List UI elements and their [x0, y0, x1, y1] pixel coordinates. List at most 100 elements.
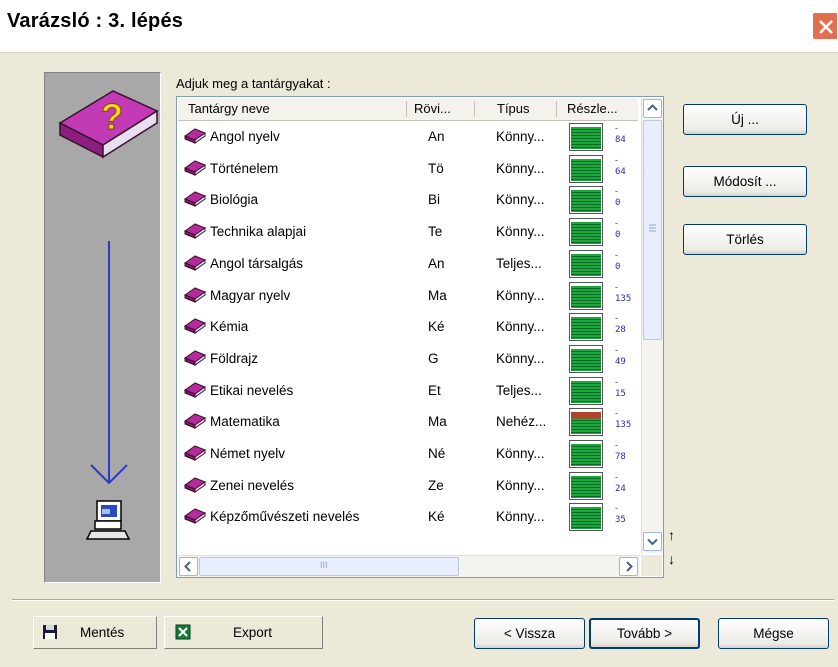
subject-abbr: An	[428, 255, 445, 271]
list-item[interactable]: Angol társalgás An Teljes... -0	[178, 248, 638, 280]
scroll-thumb[interactable]	[643, 120, 662, 340]
computer-icon	[85, 500, 131, 540]
detail-bar-fill	[571, 507, 601, 530]
save-button[interactable]: Mentés	[33, 616, 157, 649]
column-header-name[interactable]: Tantárgy neve	[188, 101, 270, 116]
subject-abbr: Ma	[428, 287, 447, 303]
subject-type: Könny...	[496, 192, 545, 208]
detail-count: 49	[615, 356, 626, 367]
column-header-type[interactable]: Típus	[497, 101, 530, 116]
detail-count: 0	[615, 198, 621, 209]
subjects-list[interactable]: Tantárgy neve Rövi... Típus Részle... An…	[176, 96, 664, 578]
export-button[interactable]: Export	[164, 616, 323, 649]
svg-text:?: ?	[101, 96, 123, 137]
subject-name: Zenei nevelés	[210, 477, 295, 493]
detail-count: 0	[615, 230, 621, 241]
detail-bar-fill	[571, 253, 601, 276]
book-icon	[184, 413, 206, 430]
horizontal-grip: III	[320, 560, 328, 570]
chevron-up-icon	[647, 104, 658, 111]
move-down-arrow[interactable]: ↓	[668, 551, 675, 567]
subject-type: Könny...	[496, 129, 545, 144]
detail-bar	[569, 503, 603, 532]
subject-type: Könny...	[496, 477, 545, 493]
list-item[interactable]: Kémia Ké Könny... -28	[178, 311, 638, 343]
question-book-icon: ?	[58, 90, 159, 159]
scroll-right-button[interactable]	[619, 557, 638, 576]
list-item[interactable]: Magyar nyelv Ma Könny... -135	[178, 280, 638, 312]
detail-count: 0	[615, 261, 621, 272]
detail-bar	[569, 281, 603, 310]
subject-abbr: An	[428, 129, 445, 144]
book-icon	[184, 128, 206, 144]
delete-button[interactable]: Törlés	[683, 224, 807, 255]
subject-abbr: Ma	[428, 414, 447, 430]
subject-type: Nehéz...	[496, 414, 547, 430]
back-button[interactable]: < Vissza	[474, 618, 585, 649]
save-button-label: Mentés	[80, 625, 125, 640]
book-icon	[184, 191, 206, 208]
list-item[interactable]: Német nyelv Né Könny... - 78	[178, 438, 638, 470]
book-icon	[184, 477, 206, 493]
modify-button[interactable]: Módosít ...	[683, 166, 807, 197]
detail-bar	[569, 376, 603, 405]
horizontal-scroll-thumb[interactable]: III	[199, 557, 459, 576]
scroll-down-button[interactable]	[643, 532, 662, 551]
scroll-up-button[interactable]	[643, 99, 662, 118]
subject-type: Könny...	[496, 509, 545, 525]
detail-dash: -	[615, 186, 618, 197]
horizontal-scrollbar[interactable]: III	[178, 555, 640, 577]
column-header-abbr[interactable]: Rövi...	[414, 101, 451, 116]
next-button[interactable]: Tovább >	[589, 618, 700, 649]
book-icon	[184, 318, 206, 335]
chevron-down-icon	[647, 538, 658, 546]
footer-separator	[12, 599, 834, 601]
list-item[interactable]: Technika alapjai Te Könny... -0	[178, 216, 638, 248]
close-button[interactable]	[812, 12, 838, 40]
detail-count: 78	[615, 452, 626, 462]
new-button[interactable]: Új ...	[683, 104, 807, 135]
list-item[interactable]: Matematika Ma Nehéz... -135	[178, 406, 638, 438]
subject-name: Történelem	[210, 160, 279, 176]
book-icon	[184, 286, 206, 303]
scroll-left-button[interactable]	[179, 557, 198, 576]
cancel-button[interactable]: Mégse	[718, 618, 829, 649]
list-item[interactable]: Zenei nevelés Ze Könny... -24	[178, 470, 638, 502]
vertical-scrollbar[interactable]	[641, 98, 663, 553]
list-item[interactable]: Etikai nevelés Et Teljes... -15	[178, 375, 638, 407]
list-item[interactable]: Képzőművészeti nevelés Ké Könny... -35	[178, 501, 638, 533]
subject-name: Földrajz	[210, 350, 259, 366]
detail-dash: -	[615, 503, 618, 514]
subject-name: Biológia	[210, 192, 259, 208]
book-icon	[184, 382, 206, 398]
window-title: Varázsló : 3. lépés	[7, 10, 184, 32]
detail-bar-fill	[571, 475, 601, 498]
detail-bar-fill	[571, 348, 601, 371]
detail-bar	[569, 440, 603, 468]
list-item[interactable]: Angol nyelv An Könny... - 84	[178, 121, 638, 153]
detail-count: 64	[615, 166, 626, 177]
subject-abbr: Né	[428, 446, 446, 461]
subject-name: Technika alapjai	[210, 224, 307, 240]
detail-bar	[569, 154, 603, 183]
column-header-details[interactable]: Részle...	[567, 101, 618, 116]
subject-type: Könny...	[496, 446, 545, 461]
detail-bar	[569, 186, 603, 215]
subject-abbr: Et	[428, 382, 441, 398]
floppy-disk-icon	[43, 625, 57, 639]
subject-type: Könny...	[496, 224, 545, 240]
list-item[interactable]: Történelem Tö Könny... -64	[178, 153, 638, 185]
grip-icon	[649, 224, 656, 232]
detail-dash: -	[615, 440, 618, 450]
subject-abbr: Ké	[428, 319, 445, 335]
subject-type: Könny...	[496, 287, 545, 303]
list-item[interactable]: Biológia Bi Könny... -0	[178, 184, 638, 216]
subject-type: Könny...	[496, 160, 545, 176]
subject-name: Angol társalgás	[210, 255, 304, 271]
wizard-illustration: ?	[58, 90, 159, 540]
list-item[interactable]: Földrajz G Könny... -49	[178, 343, 638, 375]
spreadsheet-icon	[175, 624, 191, 640]
subject-abbr: Te	[428, 224, 443, 240]
detail-count: 135	[615, 420, 632, 431]
move-up-arrow[interactable]: ↑	[668, 527, 675, 543]
